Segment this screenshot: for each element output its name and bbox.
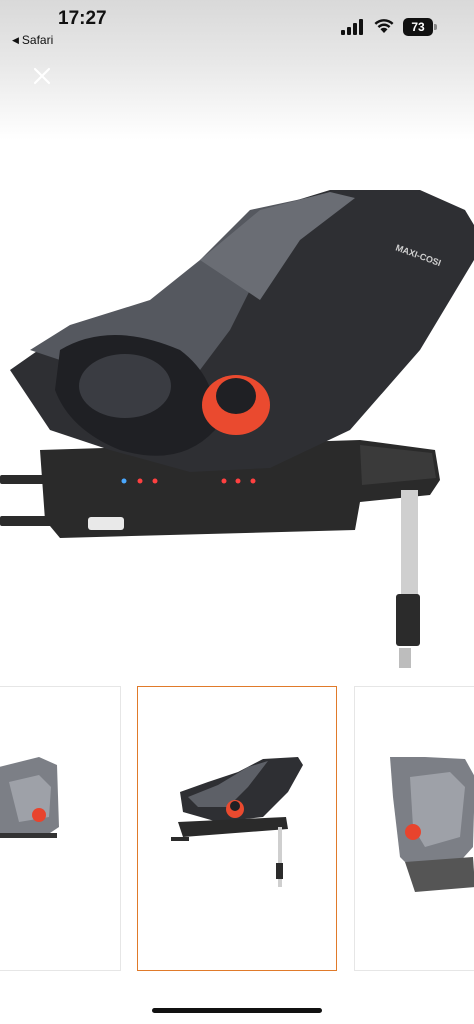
indicator-light-red-5: [250, 478, 256, 484]
indicator-light-red-1: [137, 478, 143, 484]
thumbnail-3-image: [390, 757, 474, 892]
info-label: [79, 354, 171, 418]
rotation-knob-center: [216, 378, 256, 414]
battery-tip: [434, 24, 437, 30]
battery-level: 73: [403, 18, 433, 36]
wifi-icon: [374, 19, 394, 33]
thumbnail-2-image: [171, 757, 303, 887]
thumbnail-3[interactable]: [354, 686, 474, 971]
home-indicator[interactable]: [152, 1008, 322, 1013]
status-bar: 17:27 ◀ Safari 73: [0, 0, 474, 60]
battery-indicator: 73: [403, 18, 439, 36]
support-leg-tip: [399, 648, 411, 668]
main-product-image: MAXI-COSI: [0, 190, 474, 668]
back-to-app-link[interactable]: ◀ Safari: [12, 33, 53, 47]
back-arrow-icon: ◀: [12, 34, 19, 45]
indicator-light-blue: [121, 478, 127, 484]
indicator-light-red-4: [235, 478, 241, 484]
thumbnail-2[interactable]: [137, 686, 337, 971]
support-leg-foot: [396, 594, 420, 646]
back-app-label: Safari: [21, 33, 54, 47]
indicator-light-red-3: [221, 478, 227, 484]
close-icon[interactable]: [28, 62, 56, 90]
isofix-release-button: [88, 517, 124, 530]
indicator-light-red-2: [152, 478, 158, 484]
thumbnail-strip: [0, 686, 474, 971]
status-time: 17:27: [58, 8, 107, 29]
cellular-signal-icon: [341, 19, 363, 35]
thumbnail-1[interactable]: [0, 686, 121, 971]
image-viewer-screen: 17:27 ◀ Safari 73 MAXI-COSI: [0, 0, 474, 1024]
thumbnail-1-image: [0, 757, 59, 838]
